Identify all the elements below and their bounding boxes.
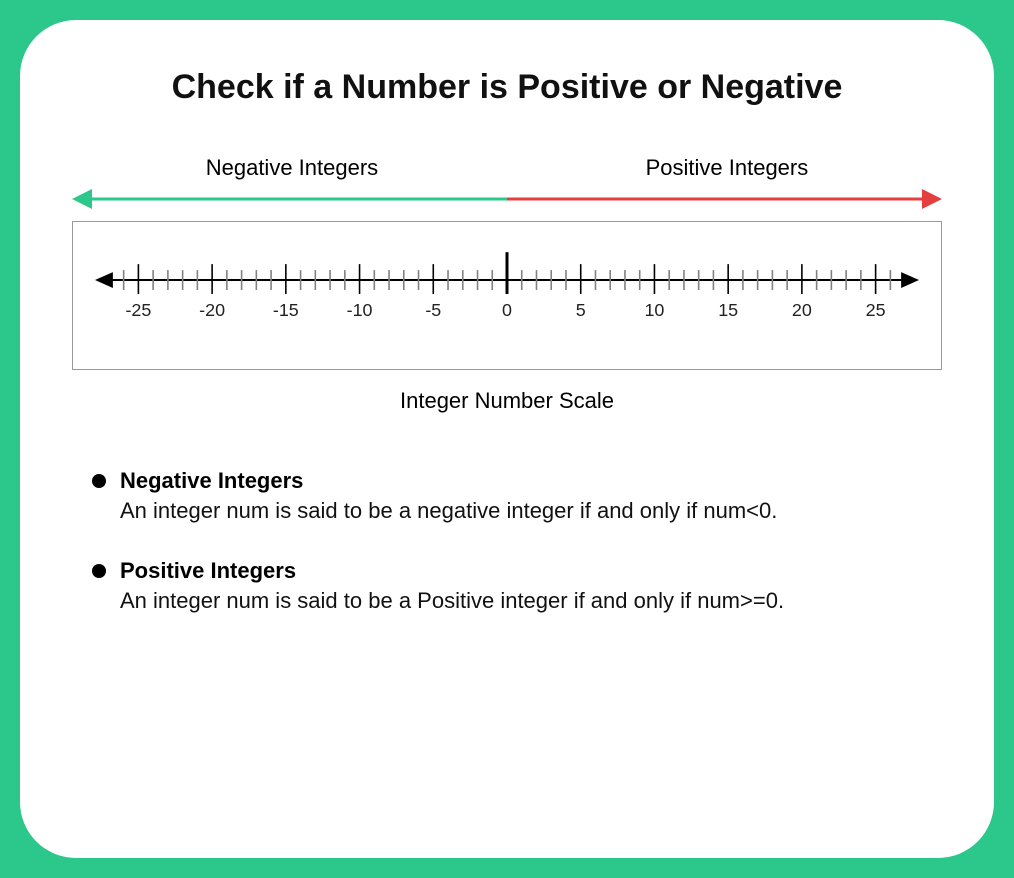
svg-text:20: 20 [792, 300, 812, 320]
arrow-left-icon [72, 189, 92, 209]
svg-text:-25: -25 [125, 300, 151, 320]
def-body: An integer num is said to be a negative … [120, 498, 942, 524]
bullet-icon [92, 564, 106, 578]
svg-text:25: 25 [866, 300, 886, 320]
def-body: An integer num is said to be a Positive … [120, 588, 942, 614]
svg-text:-20: -20 [199, 300, 225, 320]
definitions: Negative Integers An integer num is said… [72, 468, 942, 614]
definition-positive: Positive Integers An integer num is said… [92, 558, 942, 614]
page-title: Check if a Number is Positive or Negativ… [72, 68, 942, 107]
svg-text:-15: -15 [273, 300, 299, 320]
negative-label: Negative Integers [206, 155, 378, 181]
svg-text:10: 10 [644, 300, 664, 320]
def-term: Negative Integers [120, 468, 303, 494]
numberline-caption: Integer Number Scale [72, 388, 942, 414]
svg-text:-5: -5 [425, 300, 441, 320]
svg-text:-10: -10 [347, 300, 373, 320]
arrow-right-icon [922, 189, 942, 209]
positive-label: Positive Integers [646, 155, 809, 181]
arrow-labels: Negative Integers Positive Integers [72, 155, 942, 181]
bidir-arrow [72, 187, 942, 211]
definition-negative: Negative Integers An integer num is said… [92, 468, 942, 524]
card: Check if a Number is Positive or Negativ… [20, 20, 994, 858]
numberline-box: -25 -20 -15 -10 -5 0 5 10 15 20 25 [72, 221, 942, 370]
svg-text:0: 0 [502, 300, 512, 320]
numberline: -25 -20 -15 -10 -5 0 5 10 15 20 25 [89, 244, 925, 334]
bullet-icon [92, 474, 106, 488]
def-term: Positive Integers [120, 558, 296, 584]
svg-text:15: 15 [718, 300, 738, 320]
svg-text:5: 5 [576, 300, 586, 320]
